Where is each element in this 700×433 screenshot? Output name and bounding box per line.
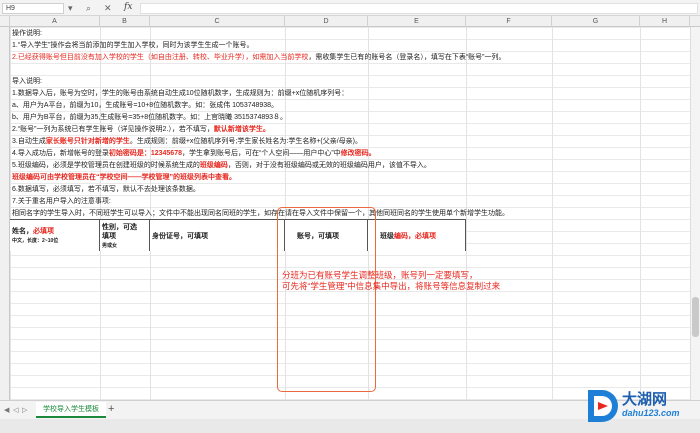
instruction-text: 2.已经获得账号但目前没有加入学校的学生（如自由注册、转校、毕业升学），如需加入… [12,54,309,61]
header-class-code[interactable]: 班级编码，必填项 [368,220,466,251]
instruction-line: 相同名字的学生导入时，不同班学生可以导入；文件中不能出现同名同班的学生，如存在请… [12,209,509,218]
instruction-text: ，需收集学生已有的账号名（登录名），填写在下表“账号”一列。 [308,54,506,61]
instruction-text: 4.导入成功后，新增帐号的登录 [12,150,109,157]
first-sheet-icon[interactable]: ◀ [4,406,9,414]
instruction-text: 默认新增该学生。 [213,126,270,133]
watermark-brand: 大湖网 [622,390,668,408]
table-header-row: 姓名，必填项 中文，长度：2~10位 性别，可选 填项 男或女 身份证号，可填项… [10,219,466,251]
instruction-text: b、用户为B平台，前缀为35,生成账号=35+8位随机数字。如：上官晓曦 351… [12,114,288,121]
sheet-tab-active[interactable]: 学校导入学生模板 [36,402,106,418]
header-name[interactable]: 姓名，必填项 中文，长度：2~10位 [10,220,100,251]
watermark-url: dahu123.com [622,408,680,418]
instruction-line: 1.数据导入后，账号为空时，学生的账号由系统自动生成10位随机数字，生成规则为：… [12,89,348,98]
instruction-line: 5.班级编码，必须是学校管理员在创建班级的时候系统生成的班级编码，否则，对于没有… [12,161,431,170]
col-a[interactable]: A [10,16,100,27]
instruction-text: 相同名字的学生导入时，不同班学生可以导入；文件中不能出现同名同班的学生，如存在请… [12,210,509,217]
instruction-text: 2.“账号”一列为系统已有学生账号（详见操作说明2.），若不填写， [12,126,214,133]
col-d[interactable]: D [285,16,368,27]
instruction-text: 1.“导入学生”操作会将当前添加的学生加入学校，同时为该学生生成一个账号。 [12,42,254,49]
scrollbar-thumb[interactable] [692,297,699,337]
instruction-text: 7.关于重名用户导入的注意事项: [12,198,111,205]
instruction-line: a、用户为A平台，前缀为10，生成账号=10+8位随机数字。如：张成伟 1053… [12,101,278,110]
instruction-text: 家长账号只针对新增的学生 [45,138,130,145]
add-sheet-button[interactable]: + [108,402,114,417]
instruction-text: 初始密码是：12345678 [108,150,182,157]
instruction-text: ，否则，对于没有班级编码或无效的班级编码用户，该值不导入。 [227,162,431,169]
col-b[interactable]: B [100,16,150,27]
col-f[interactable]: F [466,16,552,27]
col-g[interactable]: G [552,16,640,27]
instruction-line: 7.关于重名用户导入的注意事项: [12,197,111,206]
instruction-line: b、用户为B平台，前缀为35,生成账号=35+8位随机数字。如：上官晓曦 351… [12,113,287,122]
instruction-line: 4.导入成功后，新增帐号的登录初始密码是：12345678，学生拿到账号后，可在… [12,149,376,158]
instruction-line: 导入说明: [12,77,42,86]
instruction-text: 5.班级编码，必须是学校管理员在创建班级的时候系统生成的 [12,162,200,169]
instruction-text: 班级编码可由学校管理员在“学校空间——学校管理”的班级列表中查看。 [12,174,236,181]
callout-line-1: 分班为已有账号学生调整班级，账号列一定要填写， [282,270,478,280]
instruction-line: 6.数据填写，必须填写，若不填写，默认不去处理该条数据。 [12,185,200,194]
instruction-text: 3.自动生成 [12,138,46,145]
instruction-text: a、用户为A平台，前缀为10，生成账号=10+8位随机数字。如：张成伟 1053… [12,102,279,109]
formula-input[interactable] [140,3,698,14]
instruction-line: 3.自动生成家长账号只针对新增的学生。生成规则：前缀+x位随机序列号;学生家长姓… [12,137,362,146]
instruction-text: 修改密码。 [340,150,376,157]
col-e[interactable]: E [368,16,466,27]
col-c[interactable]: C [150,16,285,27]
row-header [0,27,10,400]
instruction-text: 6.数据填写，必须填写，若不填写，默认不去处理该条数据。 [12,186,200,193]
instruction-text: 班级编码 [199,162,228,169]
vertical-scrollbar[interactable] [690,27,700,400]
instruction-line: 班级编码可由学校管理员在“学校空间——学校管理”的班级列表中查看。 [12,173,236,182]
instruction-text: 操作说明: [12,30,42,37]
instruction-line: 1.“导入学生”操作会将当前添加的学生加入学校，同时为该学生生成一个账号。 [12,41,254,50]
annotation-box [277,207,376,392]
name-box[interactable]: H9 [2,3,64,14]
instruction-line: 2.“账号”一列为系统已有学生账号（详见操作说明2.），若不填写，默认新增该学生… [12,125,270,134]
instruction-text: 导入说明: [12,78,42,85]
header-id-card[interactable]: 身份证号，可填项 [150,220,285,251]
header-gender[interactable]: 性别，可选 填项 男或女 [100,220,150,251]
callout-line-2: 可先将“学生管理”中信息集中导出，将账号等信息复制过来 [282,281,501,291]
zoom-icon[interactable]: ⌕ [86,2,91,14]
instruction-text: ，学生拿到账号后，可在“个人空间——用户中心”中 [182,150,341,157]
select-all-corner[interactable] [0,16,10,27]
instruction-text: 。生成规则：前缀+x位随机序列号;学生家长姓名为:学生名称+(父亲/母亲)。 [129,138,363,145]
formula-bar: H9 ▾ ⌕ ✕ fx [0,0,700,16]
next-sheet-icon[interactable]: ▷ [22,406,27,414]
column-header: A B C D E F G H [0,16,700,27]
instruction-line: 操作说明: [12,29,42,38]
col-h[interactable]: H [640,16,690,27]
watermark: 大湖网 dahu123.com [584,386,698,426]
prev-sheet-icon[interactable]: ◁ [13,406,18,414]
instruction-line: 2.已经获得账号但目前没有加入学校的学生（如自由注册、转校、毕业升学），如需加入… [12,53,506,62]
dropdown-icon[interactable]: ▾ [68,2,73,14]
cancel-icon[interactable]: ✕ [104,2,112,14]
fx-icon[interactable]: fx [124,2,132,12]
instruction-text: 1.数据导入后，账号为空时，学生的账号由系统自动生成10位随机数字，生成规则为：… [12,90,349,97]
